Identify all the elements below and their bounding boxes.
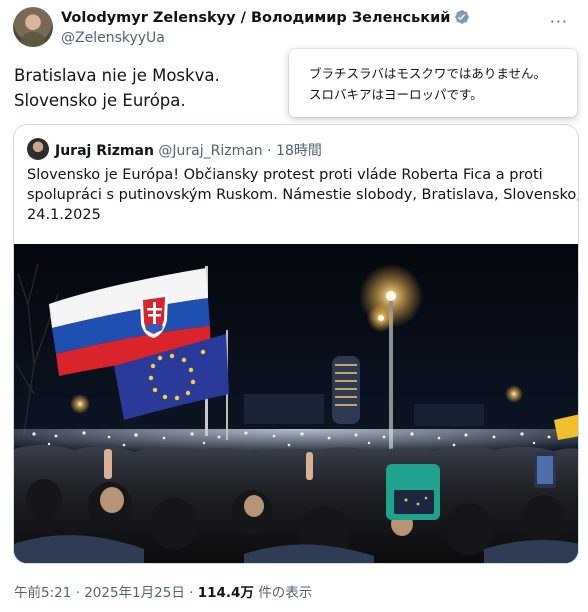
quote-separator: · bbox=[262, 143, 277, 159]
author-name[interactable]: Volodymyr Zelenskyy / Володимир Зеленськ… bbox=[61, 10, 450, 26]
quote-text: Slovensko je Európa! Občiansky protest p… bbox=[27, 165, 579, 225]
quote-time[interactable]: 18時間 bbox=[276, 143, 322, 159]
quote-handle[interactable]: @Juraj_Rizman bbox=[158, 143, 262, 159]
display-name[interactable]: Volodymyr Zelenskyy / Володимир Зеленськ… bbox=[61, 9, 470, 26]
views-label: 件の表示 bbox=[253, 585, 313, 601]
footer-separator: · bbox=[71, 585, 85, 601]
tweet-line: Bratislava nie je Moskva. bbox=[14, 66, 220, 85]
views-count[interactable]: 114.4万 bbox=[198, 585, 254, 601]
quote-author-name[interactable]: Juraj Rizman bbox=[55, 143, 154, 159]
quote-line: 24.1.2025 bbox=[27, 207, 101, 223]
quote-header: Juraj Rizman @Juraj_Rizman · 18時間 bbox=[55, 140, 322, 160]
translation-popup: ブラチスラバはモスクワではありません。 スロバキアはヨーロッパです。 bbox=[289, 49, 577, 117]
avatar[interactable] bbox=[13, 7, 53, 47]
tweet-date[interactable]: 2025年1月25日 bbox=[84, 585, 185, 601]
translation-line: ブラチスラバはモスクワではありません。 bbox=[309, 66, 547, 81]
protest-photo bbox=[14, 244, 578, 563]
tweet-footer: 午前5:21 · 2025年1月25日 · 114.4万 件の表示 bbox=[14, 581, 312, 601]
footer-separator: · bbox=[184, 585, 198, 601]
tweet-line: Slovensko je Európa. bbox=[14, 91, 186, 110]
quote-avatar[interactable] bbox=[27, 138, 49, 160]
handle[interactable]: @ZelenskyyUa bbox=[61, 30, 165, 46]
more-options-icon[interactable]: ··· bbox=[550, 12, 568, 31]
quote-photo[interactable] bbox=[14, 244, 578, 563]
quote-line: spolupráci s putinovským Ruskom. Námesti… bbox=[27, 187, 579, 203]
verified-badge-icon bbox=[455, 10, 470, 24]
quote-line: Slovensko je Európa! Občiansky protest p… bbox=[27, 167, 543, 183]
tweet-text: Bratislava nie je Moskva. Slovensko je E… bbox=[14, 63, 220, 113]
quote-card[interactable]: Juraj Rizman @Juraj_Rizman · 18時間 Sloven… bbox=[13, 124, 579, 564]
translation-line: スロバキアはヨーロッパです。 bbox=[309, 87, 483, 102]
tweet-time[interactable]: 午前5:21 bbox=[14, 585, 71, 601]
